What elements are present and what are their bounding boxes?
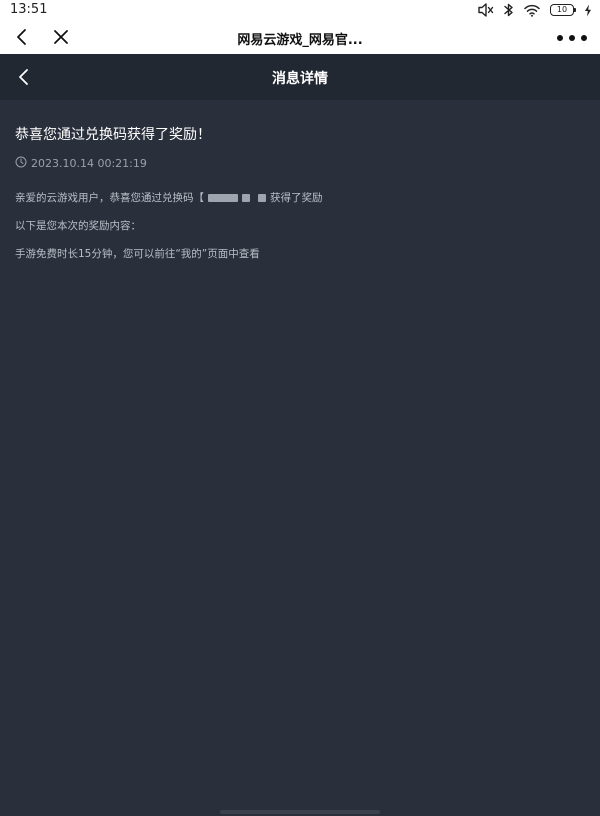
status-icons: 10: [478, 2, 592, 18]
charging-icon: [584, 4, 592, 17]
app-header: 消息详情: [0, 54, 600, 100]
browser-close-icon[interactable]: [51, 27, 71, 47]
bluetooth-icon: [504, 3, 514, 17]
message-body: 亲爱的云游戏用户，恭喜您通过兑换码【 获得了奖励 以下是您本次的奖励内容： 手游免…: [15, 190, 585, 262]
message-line-1-prefix: 亲爱的云游戏用户，恭喜您通过兑换码【: [15, 192, 204, 204]
clock-icon: [15, 156, 27, 171]
wifi-icon: [524, 4, 540, 17]
browser-toolbar: 网易云游戏_网易官...: [0, 20, 600, 54]
redacted-code-block: [258, 194, 266, 202]
redacted-code-block: [208, 194, 238, 202]
status-time: 13:51: [10, 2, 48, 17]
message-line-1-suffix: 获得了奖励: [270, 192, 323, 204]
home-indicator[interactable]: [220, 810, 380, 814]
message-line-3: 手游免费时长15分钟，您可以前往“我的”页面中查看: [15, 248, 260, 260]
more-options-icon[interactable]: [556, 30, 588, 44]
message-timestamp: 2023.10.14 00:21:19: [31, 156, 147, 170]
back-icon[interactable]: [14, 67, 34, 87]
browser-title: 网易云游戏_网易官...: [237, 33, 363, 48]
redacted-code-block: [242, 194, 250, 202]
message-time-row: 2023.10.14 00:21:19: [15, 156, 585, 170]
browser-back-icon[interactable]: [12, 27, 32, 47]
page-title: 消息详情: [272, 71, 328, 87]
mute-icon: [478, 3, 494, 17]
battery-icon: 10: [550, 4, 576, 16]
message-detail: 恭喜您通过兑换码获得了奖励！ 2023.10.14 00:21:19 亲爱的云游…: [15, 100, 585, 274]
message-line-2: 以下是您本次的奖励内容：: [15, 220, 141, 232]
page: 13:51 10 网易云游戏_网易官... 消息详情 恭喜您通过兑换码获得了奖励…: [0, 0, 600, 816]
message-title: 恭喜您通过兑换码获得了奖励！: [15, 127, 211, 143]
message-line-1: 亲爱的云游戏用户，恭喜您通过兑换码【 获得了奖励: [15, 190, 585, 206]
status-bar: 13:51 10: [0, 0, 600, 20]
